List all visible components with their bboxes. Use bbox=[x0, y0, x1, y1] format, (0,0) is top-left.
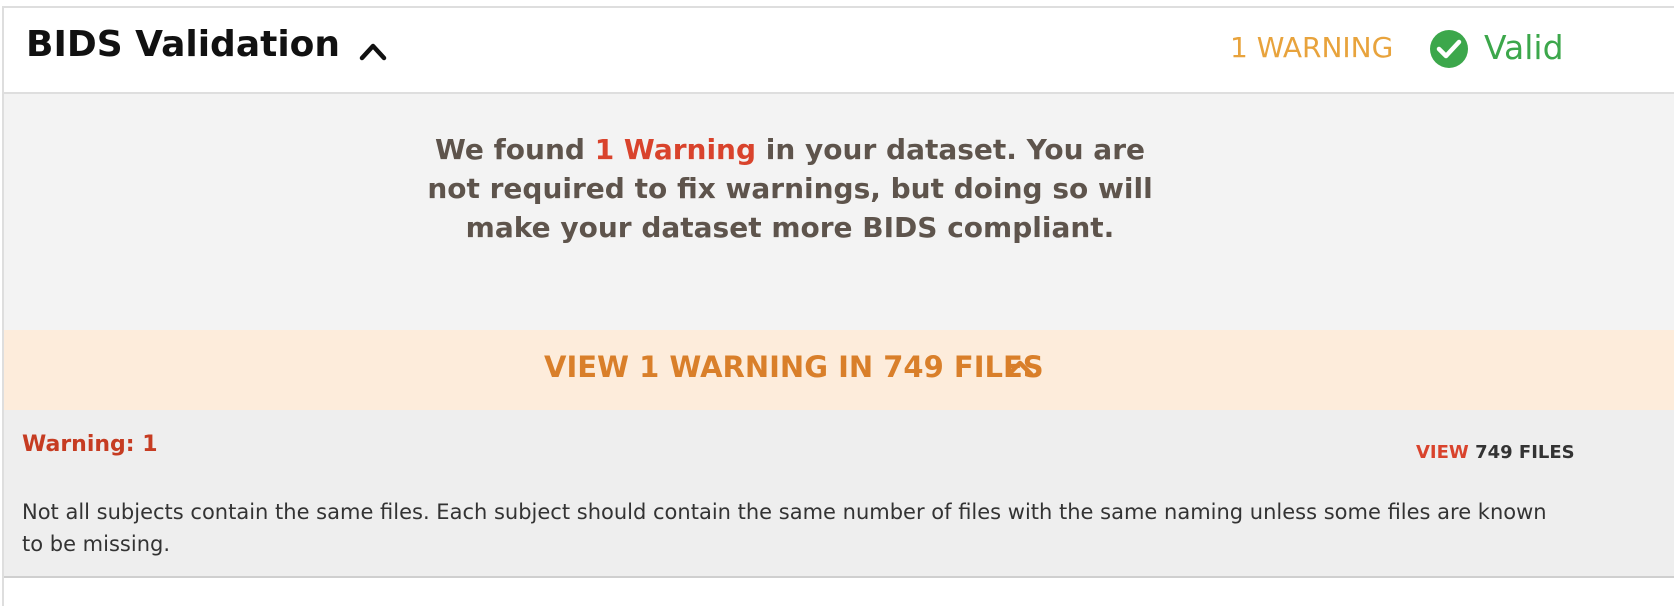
view-warnings-label: VIEW 1 WARNING IN 749 FILES bbox=[544, 350, 1044, 384]
validation-summary: We found 1 Warning in your dataset. You … bbox=[4, 94, 1674, 330]
summary-warning-highlight: 1 Warning bbox=[594, 133, 757, 166]
chevron-up-icon[interactable] bbox=[356, 34, 390, 68]
view-files-link-label: VIEW bbox=[1416, 442, 1469, 463]
chevron-up-icon bbox=[1006, 360, 1034, 377]
check-circle-icon bbox=[1430, 30, 1468, 68]
view-files-count: 749 FILES bbox=[1475, 442, 1575, 463]
warning-detail: Warning: 1 VIEW 749 FILES Not all subjec… bbox=[4, 410, 1674, 578]
bids-validation-panel: BIDS Validation 1 WARNING Valid We found… bbox=[2, 6, 1674, 606]
summary-message: We found 1 Warning in your dataset. You … bbox=[416, 130, 1164, 247]
view-files-link[interactable]: VIEW 749 FILES bbox=[1416, 442, 1575, 463]
warning-count-badge: 1 WARNING bbox=[1230, 31, 1394, 64]
status-label: Valid bbox=[1484, 28, 1564, 67]
warning-title: Warning: 1 bbox=[22, 432, 158, 457]
warning-description: Not all subjects contain the same files.… bbox=[22, 500, 1547, 556]
panel-header[interactable]: BIDS Validation 1 WARNING Valid bbox=[4, 8, 1674, 94]
view-warnings-toggle[interactable]: VIEW 1 WARNING IN 749 FILES bbox=[4, 330, 1674, 410]
summary-prefix: We found bbox=[435, 133, 595, 166]
panel-title: BIDS Validation bbox=[26, 24, 341, 65]
